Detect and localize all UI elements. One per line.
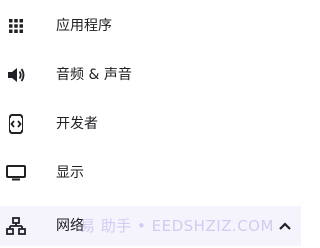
- menu-item-label: 音频 & 声音: [56, 67, 132, 83]
- monitor-icon: [5, 162, 27, 184]
- menu-item-label: 网络: [56, 218, 84, 234]
- volume-icon: [5, 64, 27, 86]
- menu-item-display[interactable]: 显示: [0, 153, 301, 193]
- menu-item-developer[interactable]: 开发者: [0, 104, 301, 144]
- menu-item-label: 显示: [56, 165, 84, 181]
- menu-item-label: 应用程序: [56, 18, 112, 34]
- menu-item-apps[interactable]: 应用程序: [0, 6, 301, 46]
- menu-item-label: 开发者: [56, 116, 98, 132]
- menu-item-audio[interactable]: 音频 & 声音: [0, 55, 301, 95]
- developer-icon: [5, 113, 27, 135]
- menu-item-network[interactable]: 网络: [0, 206, 301, 246]
- network-icon: [5, 215, 27, 237]
- chevron-up-icon[interactable]: [275, 216, 295, 236]
- apps-grid-icon: [5, 15, 27, 37]
